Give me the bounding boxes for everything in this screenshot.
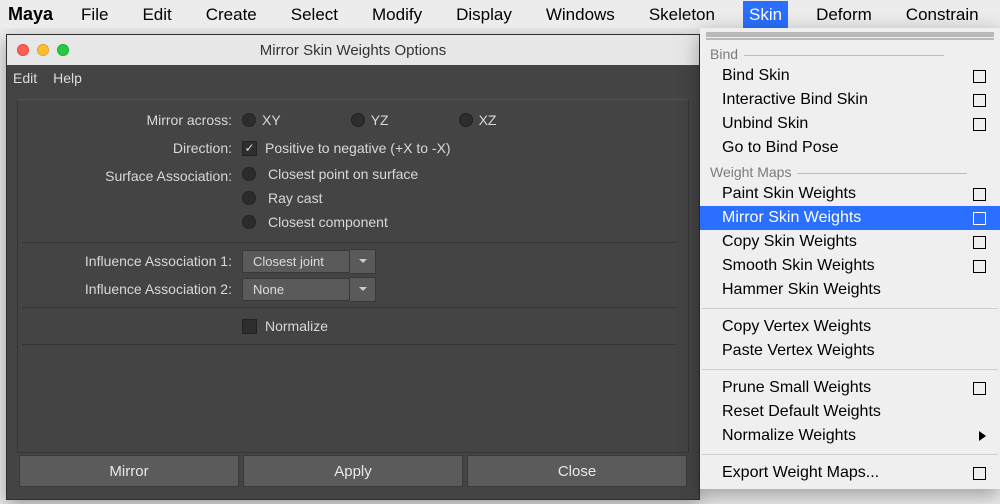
window-controls [17,44,69,56]
menu-modify[interactable]: Modify [366,1,428,28]
menu-deform[interactable]: Deform [810,1,878,28]
window-titlebar[interactable]: Mirror Skin Weights Options [7,35,699,65]
section-bind: Bind [700,42,1000,64]
option-box-icon[interactable] [973,467,986,480]
menu-paint-skin-weights[interactable]: Paint Skin Weights [700,182,1000,206]
radio-closest-component[interactable]: Closest component [242,214,676,230]
menu-smooth-skin-weights[interactable]: Smooth Skin Weights [700,254,1000,278]
menu-file[interactable]: File [75,1,114,28]
skin-menu-panel: Bind Bind Skin Interactive Bind Skin Unb… [700,28,1000,489]
menu-copy-skin-weights[interactable]: Copy Skin Weights [700,230,1000,254]
menu-reset-default-weights[interactable]: Reset Default Weights [700,400,1000,424]
submenu-arrow-icon [979,431,986,441]
tearoff-handle[interactable] [706,32,994,40]
radio-icon [242,167,256,181]
inf-assoc-2-value: None [242,278,350,301]
menu-select[interactable]: Select [285,1,344,28]
mirror-button[interactable]: Mirror [19,455,239,487]
minimize-icon[interactable] [37,44,49,56]
normalize-checkbox[interactable] [242,319,257,334]
window-title: Mirror Skin Weights Options [260,42,446,59]
option-box-icon[interactable] [973,260,986,273]
radio-icon [459,113,473,127]
menu-prune-small-weights[interactable]: Prune Small Weights [700,376,1000,400]
os-menubar: Maya File Edit Create Select Modify Disp… [0,0,1000,28]
options-panel: Mirror across: XY YZ XZ Direction: Posit… [17,99,689,453]
dialog-menu-edit[interactable]: Edit [13,70,37,86]
option-box-icon[interactable] [973,382,986,395]
menu-normalize-weights[interactable]: Normalize Weights [700,424,1000,448]
menu-go-to-bind-pose[interactable]: Go to Bind Pose [700,136,1000,160]
row-inf-assoc-1: Influence Association 1: Closest joint [22,247,676,275]
direction-label: Direction: [22,140,242,156]
row-mirror-across: Mirror across: XY YZ XZ [22,106,676,134]
chevron-down-icon[interactable] [350,249,376,274]
dialog-button-bar: Mirror Apply Close [17,453,689,489]
zoom-icon[interactable] [57,44,69,56]
radio-icon [242,191,256,205]
menu-separator [702,369,998,370]
chevron-down-icon[interactable] [350,277,376,302]
row-direction: Direction: Positive to negative (+X to -… [22,134,676,162]
menu-display[interactable]: Display [450,1,518,28]
radio-closest-point[interactable]: Closest point on surface [242,166,676,182]
menu-edit[interactable]: Edit [136,1,177,28]
radio-yz[interactable]: YZ [351,112,389,128]
radio-icon [242,215,256,229]
option-box-icon[interactable] [973,70,986,83]
inf-assoc-2-dropdown[interactable]: None [242,277,376,302]
close-icon[interactable] [17,44,29,56]
surface-assoc-label: Surface Association: [22,168,242,184]
menu-bind-skin[interactable]: Bind Skin [700,64,1000,88]
separator [22,307,676,308]
row-inf-assoc-2: Influence Association 2: None [22,275,676,303]
menu-paste-vertex-weights[interactable]: Paste Vertex Weights [700,339,1000,363]
section-weight-maps: Weight Maps [700,160,1000,182]
direction-text: Positive to negative (+X to -X) [265,140,451,156]
normalize-label: Normalize [265,318,328,334]
radio-ray-cast[interactable]: Ray cast [242,190,676,206]
row-normalize: Normalize [22,312,676,340]
inf-assoc-1-label: Influence Association 1: [22,253,242,269]
surface-assoc-options: Closest point on surface Ray cast Closes… [242,162,676,238]
menu-skeleton[interactable]: Skeleton [643,1,721,28]
app-name: Maya [8,4,53,25]
inf-assoc-2-label: Influence Association 2: [22,281,242,297]
dialog-menubar: Edit Help [7,65,699,91]
direction-checkbox[interactable] [242,141,257,156]
menu-windows[interactable]: Windows [540,1,621,28]
menu-copy-vertex-weights[interactable]: Copy Vertex Weights [700,315,1000,339]
option-box-icon[interactable] [973,236,986,249]
menu-constrain[interactable]: Constrain [900,1,985,28]
option-box-icon[interactable] [973,188,986,201]
mirror-skin-weights-options-window: Mirror Skin Weights Options Edit Help Mi… [6,34,700,500]
menu-skin[interactable]: Skin [743,1,788,28]
inf-assoc-1-value: Closest joint [242,250,350,273]
menu-mirror-skin-weights[interactable]: Mirror Skin Weights [700,206,1000,230]
radio-icon [242,113,256,127]
mirror-across-label: Mirror across: [22,112,242,128]
menu-separator [702,454,998,455]
close-button[interactable]: Close [467,455,687,487]
separator [22,242,676,243]
menu-hammer-skin-weights[interactable]: Hammer Skin Weights [700,278,1000,302]
option-box-icon[interactable] [973,212,986,225]
menu-create[interactable]: Create [200,1,263,28]
menu-export-weight-maps[interactable]: Export Weight Maps... [700,461,1000,485]
radio-icon [351,113,365,127]
radio-xz[interactable]: XZ [459,112,497,128]
inf-assoc-1-dropdown[interactable]: Closest joint [242,249,376,274]
menu-interactive-bind-skin[interactable]: Interactive Bind Skin [700,88,1000,112]
separator [22,344,676,345]
menu-separator [702,308,998,309]
dialog-content: Mirror across: XY YZ XZ Direction: Posit… [7,91,699,499]
radio-xy[interactable]: XY [242,112,281,128]
menu-unbind-skin[interactable]: Unbind Skin [700,112,1000,136]
option-box-icon[interactable] [973,118,986,131]
option-box-icon[interactable] [973,94,986,107]
dialog-menu-help[interactable]: Help [53,70,82,86]
apply-button[interactable]: Apply [243,455,463,487]
